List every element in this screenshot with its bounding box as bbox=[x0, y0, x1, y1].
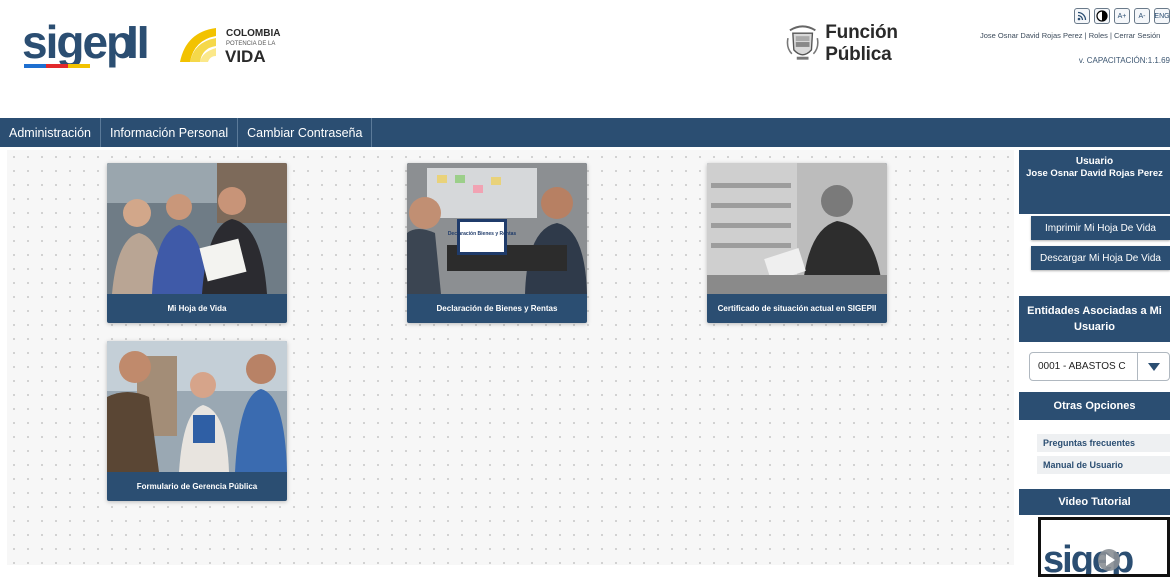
video-tutorial-heading: Video Tutorial bbox=[1019, 489, 1170, 515]
entity-select-value: 0001 - ABASTOS C bbox=[1038, 361, 1126, 372]
font-increase-button[interactable]: A+ bbox=[1114, 8, 1130, 24]
rss-icon[interactable] bbox=[1074, 8, 1090, 24]
card-photo-team bbox=[107, 341, 287, 472]
language-button[interactable]: ENG bbox=[1154, 8, 1170, 24]
main-navbar: Administración Información Personal Camb… bbox=[0, 118, 1170, 147]
funcion-publica-logo[interactable]: Función Pública bbox=[786, 22, 966, 66]
sigep-logo-text: sigep bbox=[22, 16, 133, 68]
nav-item-cambiar-contrasena[interactable]: Cambiar Contraseña bbox=[238, 118, 373, 147]
other-options-heading: Otras Opciones bbox=[1019, 392, 1170, 420]
version-label: v. CAPACITACIÓN:1.1.69 bbox=[1078, 56, 1170, 65]
main-content: Mi Hoja de Vida Declaración Bienes y Ren… bbox=[7, 150, 1014, 565]
coat-of-arms-icon bbox=[786, 25, 819, 60]
colombia-line1: COLOMBIA bbox=[226, 28, 280, 39]
logout-link[interactable]: Cerrar Sesión bbox=[1114, 31, 1160, 40]
entities-heading: Entidades Asociadas a Mi Usuario bbox=[1019, 296, 1170, 342]
colombia-potencia-logo: COLOMBIA POTENCIA DE LA VIDA bbox=[176, 22, 296, 68]
declaracion-sign-text: Declaración Bienes y Rentas bbox=[448, 231, 517, 237]
card-photo-office: Declaración Bienes y Rentas bbox=[407, 163, 587, 294]
card-caption: Mi Hoja de Vida bbox=[167, 303, 227, 313]
separator: | bbox=[1109, 31, 1112, 40]
print-cv-button[interactable]: Imprimir Mi Hoja De Vida bbox=[1031, 216, 1170, 240]
download-cv-button[interactable]: Descargar Mi Hoja De Vida bbox=[1031, 246, 1170, 270]
contrast-icon[interactable] bbox=[1094, 8, 1110, 24]
nav-item-informacion-personal[interactable]: Información Personal bbox=[101, 118, 239, 147]
user-manual-link[interactable]: Manual de Usuario bbox=[1037, 456, 1170, 474]
faq-link[interactable]: Preguntas frecuentes bbox=[1037, 434, 1170, 452]
sigep-logo[interactable]: sigep II bbox=[22, 14, 162, 76]
card-caption: Declaración de Bienes y Rentas bbox=[436, 303, 558, 313]
header-user-name[interactable]: Jose Osnar David Rojas Perez bbox=[980, 31, 1083, 40]
sigep-logo-suffix: II bbox=[126, 16, 148, 68]
card-certificado-situacion[interactable]: Certificado de situación actual en SIGEP… bbox=[707, 163, 887, 323]
font-decrease-button[interactable]: A- bbox=[1134, 8, 1150, 24]
user-panel: Usuario Jose Osnar David Rojas Perez bbox=[1019, 150, 1170, 214]
roles-link[interactable]: Roles bbox=[1089, 31, 1108, 40]
card-declaracion-bienes-rentas[interactable]: Declaración Bienes y Rentas Declaración … bbox=[407, 163, 587, 323]
right-sidebar: Usuario Jose Osnar David Rojas Perez Imp… bbox=[1019, 150, 1170, 577]
card-mi-hoja-de-vida[interactable]: Mi Hoja de Vida bbox=[107, 163, 287, 323]
card-photo-man-reading bbox=[707, 163, 887, 294]
card-caption: Formulario de Gerencia Pública bbox=[136, 481, 258, 491]
card-caption: Certificado de situación actual en SIGEP… bbox=[717, 303, 877, 313]
entity-select[interactable]: 0001 - ABASTOS C bbox=[1029, 352, 1170, 381]
separator: | bbox=[1084, 31, 1087, 40]
colombia-line3: VIDA bbox=[225, 47, 266, 66]
chevron-down-icon[interactable] bbox=[1137, 353, 1169, 380]
video-logo-text: sigep bbox=[1043, 539, 1133, 574]
accessibility-toolbar: A+ A- ENG bbox=[1074, 8, 1170, 24]
funcion-publica-text: Función Pública bbox=[825, 22, 898, 65]
page-header: sigep II COLOMBIA POTENCIA DE LA VIDA Fu… bbox=[0, 0, 1170, 118]
video-tutorial-thumbnail[interactable]: sigep bbox=[1038, 517, 1170, 577]
nav-item-administracion[interactable]: Administración bbox=[0, 118, 101, 147]
user-session-info: Jose Osnar David Rojas Perez | Roles | C… bbox=[980, 30, 1170, 42]
card-photo-people bbox=[107, 163, 287, 294]
card-formulario-gerencia[interactable]: Formulario de Gerencia Pública bbox=[107, 341, 287, 501]
sidebar-user-name: Jose Osnar David Rojas Perez bbox=[1026, 168, 1163, 179]
user-heading: Usuario bbox=[1075, 156, 1114, 167]
